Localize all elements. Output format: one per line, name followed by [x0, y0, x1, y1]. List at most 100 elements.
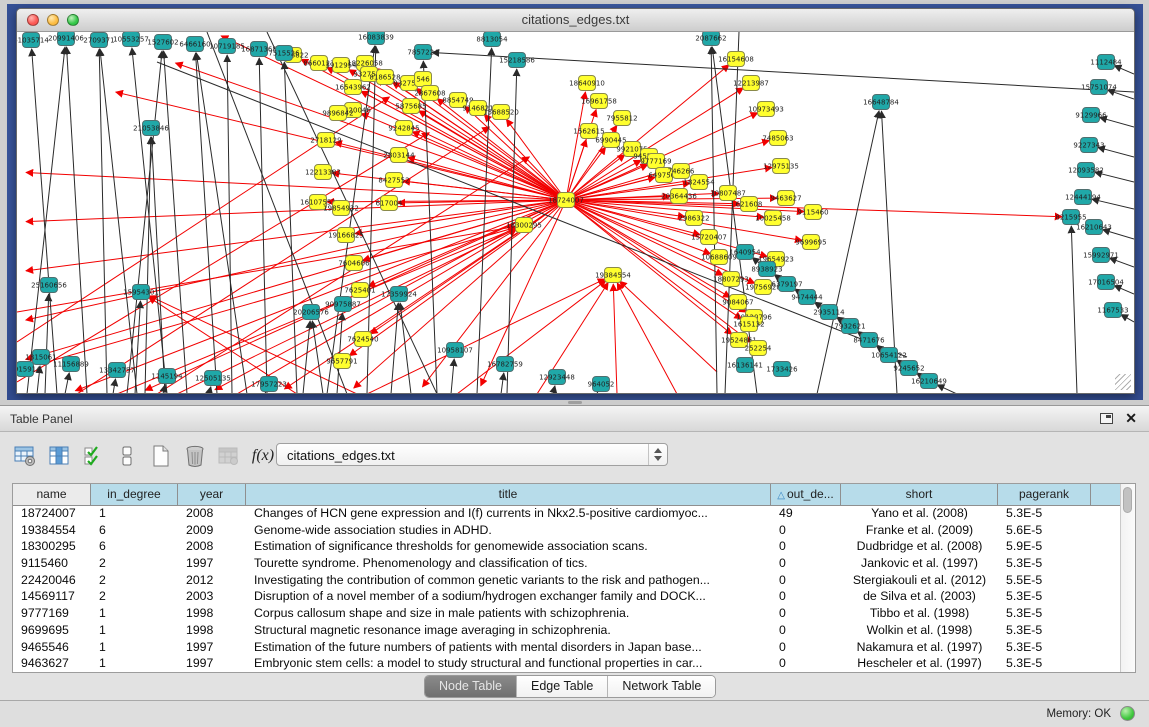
- table-row[interactable]: 977716911998Corpus callosum shape and si…: [13, 605, 1120, 622]
- column-header-pagerank[interactable]: pagerank: [998, 484, 1091, 505]
- column-header-name[interactable]: name: [13, 484, 91, 505]
- graph-node[interactable]: 17957223: [251, 377, 287, 392]
- graph-node[interactable]: 964052: [588, 377, 615, 392]
- graph-node[interactable]: 1167533: [1097, 303, 1128, 318]
- citation-edge-black[interactable]: [711, 47, 717, 393]
- scrollbar-thumb[interactable]: [1123, 487, 1132, 513]
- graph-node[interactable]: 2986322: [678, 211, 709, 226]
- citation-edge-black[interactable]: [265, 392, 266, 393]
- graph-node[interactable]: 16961758: [581, 94, 617, 109]
- row-layout-button[interactable]: [112, 442, 142, 470]
- new-column-button[interactable]: [146, 442, 176, 470]
- graph-node[interactable]: 20206576: [293, 305, 329, 320]
- tab-node-table[interactable]: Node Table: [425, 676, 517, 697]
- network-graph[interactable]: 1872400774638228660123391295418226058932…: [17, 32, 1134, 393]
- graph-node[interactable]: 21053846: [133, 121, 169, 136]
- graph-node[interactable]: 9474444: [791, 290, 823, 305]
- graph-node[interactable]: 2935114: [813, 305, 845, 320]
- graph-node[interactable]: 16210643: [1076, 220, 1112, 235]
- citation-edge-black[interactable]: [451, 359, 454, 393]
- graph-node[interactable]: 9463627: [770, 191, 801, 206]
- table-mode-button[interactable]: [10, 442, 40, 470]
- graph-node[interactable]: 2709371: [83, 33, 114, 48]
- citation-edge-black[interactable]: [501, 373, 504, 393]
- citation-edge-red[interactable]: [617, 283, 677, 393]
- graph-node[interactable]: 15751074: [1081, 80, 1117, 95]
- graph-node[interactable]: 12213987: [733, 76, 769, 91]
- citation-edge-red[interactable]: [566, 92, 585, 200]
- citation-edge-red[interactable]: [620, 281, 717, 372]
- float-panel-icon[interactable]: [1100, 413, 1113, 424]
- citation-edge-black[interactable]: [597, 392, 598, 393]
- table-row[interactable]: 1830029562008Estimation of significance …: [13, 538, 1120, 555]
- citation-edge-black[interactable]: [284, 62, 297, 393]
- citation-edge-red[interactable]: [484, 115, 566, 200]
- graph-node[interactable]: 7857224: [407, 45, 439, 60]
- graph-node[interactable]: 10654122: [871, 348, 907, 363]
- graph-node[interactable]: 2803144: [383, 148, 415, 163]
- graph-node[interactable]: 16154608: [718, 52, 754, 67]
- table-vertical-scrollbar[interactable]: [1120, 484, 1135, 672]
- graph-node[interactable]: 1527602: [147, 35, 178, 50]
- network-canvas[interactable]: 1872400774638228660123391295418226058932…: [17, 32, 1134, 393]
- citation-edge-black[interactable]: [259, 58, 267, 393]
- citation-edge-red[interactable]: [26, 200, 566, 359]
- citation-edge-black[interactable]: [817, 111, 879, 393]
- delete-column-button[interactable]: [180, 442, 210, 470]
- graph-node[interactable]: 10025458: [755, 211, 791, 226]
- close-panel-icon[interactable]: ✕: [1125, 410, 1137, 427]
- graph-node[interactable]: 16136141: [727, 358, 763, 373]
- graph-node[interactable]: 17359924: [381, 287, 417, 302]
- graph-node[interactable]: 8813054: [476, 32, 508, 47]
- graph-node[interactable]: 16648784: [863, 95, 899, 110]
- graph-node[interactable]: 12093582: [1068, 163, 1104, 178]
- graph-node[interactable]: 9699695: [795, 235, 826, 250]
- column-header-in_degree[interactable]: in_degree: [91, 484, 178, 505]
- table-row[interactable]: 911546021997Tourette syndrome. Phenomeno…: [13, 555, 1120, 572]
- citation-edge-black[interactable]: [196, 53, 247, 393]
- citation-edge-black[interactable]: [113, 379, 116, 393]
- graph-node[interactable]: 16782759: [487, 357, 523, 372]
- graph-node[interactable]: 10958107: [437, 343, 473, 358]
- graph-node[interactable]: 90975887: [325, 297, 361, 312]
- citation-edge-black[interactable]: [1121, 314, 1134, 322]
- graph-node[interactable]: 7624540: [347, 332, 378, 347]
- column-header-short[interactable]: short: [841, 484, 998, 505]
- graph-node[interactable]: 546: [415, 72, 432, 87]
- graph-node[interactable]: 8427552: [378, 173, 409, 188]
- table-row[interactable]: 1938455462009Genome-wide association stu…: [13, 522, 1120, 539]
- citation-edge-black[interactable]: [209, 387, 211, 393]
- graph-node[interactable]: 12975135: [763, 159, 799, 174]
- graph-node[interactable]: 7955812: [606, 111, 637, 126]
- graph-node[interactable]: 9115460: [797, 205, 828, 220]
- graph-node[interactable]: 16083839: [358, 32, 394, 45]
- table-row[interactable]: 1872400712008Changes of HCN gene express…: [13, 505, 1120, 522]
- citation-edge-black[interactable]: [164, 51, 187, 393]
- citation-edge-black[interactable]: [135, 301, 140, 393]
- graph-node[interactable]: 19384554: [595, 268, 631, 283]
- graph-node[interactable]: 15218586: [499, 53, 535, 68]
- show-columns-button[interactable]: [44, 442, 74, 470]
- delete-table-button[interactable]: [214, 442, 244, 470]
- graph-node[interactable]: 10553257: [113, 32, 149, 47]
- graph-node[interactable]: 9245652: [893, 361, 924, 376]
- splitter-handle[interactable]: [568, 401, 582, 404]
- tab-network-table[interactable]: Network Table: [608, 676, 715, 697]
- graph-node[interactable]: 7932621: [834, 319, 865, 334]
- citation-edge-black[interactable]: [400, 303, 411, 393]
- graph-node[interactable]: 9084067: [722, 295, 753, 310]
- table-row[interactable]: 2242004622012Investigating the contribut…: [13, 572, 1120, 589]
- table-row[interactable]: 946362711997Embryonic stem cells: a mode…: [13, 655, 1120, 672]
- graph-node[interactable]: 1145194: [151, 369, 183, 384]
- citation-edge-red[interactable]: [566, 200, 751, 343]
- graph-node[interactable]: 9227343: [1073, 138, 1104, 153]
- column-header-year[interactable]: year: [178, 484, 246, 505]
- graph-node[interactable]: 7604606: [338, 256, 370, 271]
- citation-edge-black[interactable]: [227, 55, 232, 393]
- graph-node[interactable]: 25160656: [31, 278, 67, 293]
- citation-edge-black[interactable]: [553, 386, 555, 393]
- citation-edge-black[interactable]: [145, 137, 151, 393]
- citation-edge-black[interactable]: [477, 48, 492, 393]
- table-row[interactable]: 969969511998Structural magnetic resonanc…: [13, 622, 1120, 639]
- graph-node[interactable]: 8215955: [1055, 210, 1086, 225]
